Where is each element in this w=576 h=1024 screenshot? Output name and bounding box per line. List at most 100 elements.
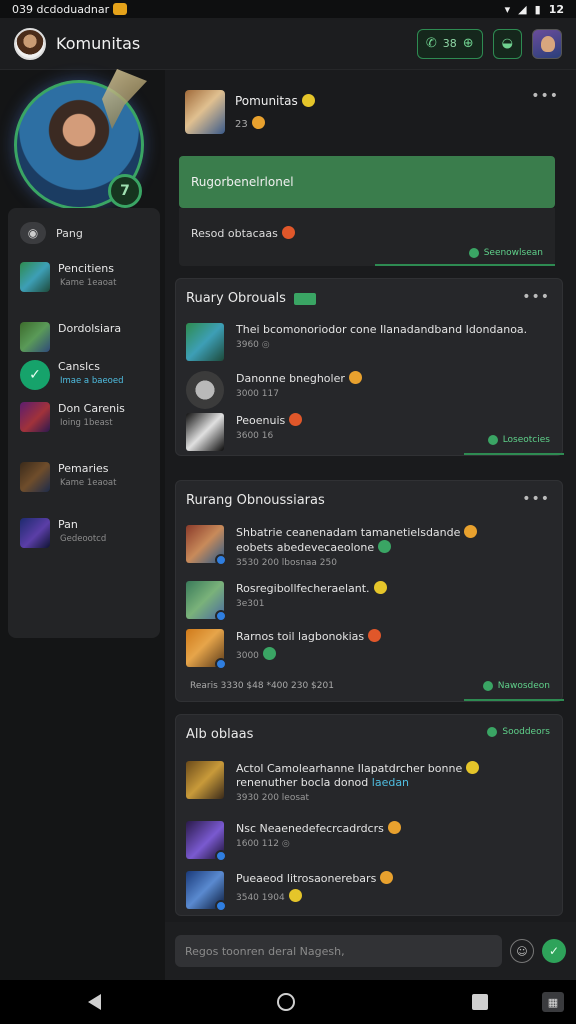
back-icon[interactable]	[88, 994, 102, 1010]
keyboard-icon[interactable]: ▦	[542, 992, 564, 1012]
item-meta: 3530 200 lbosnaa 250	[236, 558, 337, 568]
item-text: Danonne bnegholer	[236, 371, 362, 386]
message-composer: ☺ ✓	[165, 922, 576, 980]
mask-icon: ◒	[501, 36, 513, 51]
post-author: Pomunitas	[235, 94, 315, 108]
status-bar: 039 dcdoduadnar ▾ ◢ ▮ 12	[0, 0, 576, 18]
list-item[interactable]: Shbatrie ceanenadam tamanetielsdande eob…	[186, 525, 556, 568]
link-icon	[487, 435, 498, 445]
item-thumb	[186, 371, 224, 409]
post-author-avatar[interactable]	[185, 90, 225, 134]
sidebar-item-sub: Gedeootcd	[60, 534, 107, 544]
send-button[interactable]: ✓	[542, 939, 566, 963]
sidebar-item-label: Don Carenis	[58, 402, 125, 415]
group-footer-link[interactable]: Nawosdeon	[482, 681, 550, 691]
flag-icon	[293, 292, 316, 305]
sidebar-item-label: Canslcs	[58, 360, 100, 373]
item-meta: 3000	[236, 647, 381, 661]
item-text: Actol Camolearhanne Ilapatdrcher bonne	[236, 761, 480, 776]
emoji-icon[interactable]: ☺	[510, 939, 534, 963]
battery-icon: ▮	[534, 2, 541, 16]
list-item[interactable]: Pueaeod litrosaonerebars 3540 1904	[186, 871, 556, 912]
list-item[interactable]: Thei bcomonoriodor cone Ilanadandband Id…	[186, 323, 556, 361]
home-icon[interactable]	[277, 993, 296, 1011]
list-item[interactable]: Rosregibollfecheraelant. 3e301	[186, 581, 556, 622]
page-title: Komunitas	[56, 34, 141, 53]
post-message: Resod obtacaas	[191, 226, 295, 240]
sidebar-item[interactable]: Pan Gedeootcd	[20, 518, 106, 548]
item-text: Rosregibollfecheraelant.	[236, 581, 387, 596]
post-banner[interactable]: Rugorbenelrlonel	[179, 156, 555, 208]
more-options-icon[interactable]: •••	[522, 491, 550, 507]
message-input[interactable]	[175, 935, 502, 967]
main-feed: Pomunitas 23 ••• Rugorbenelrlonel Resod …	[165, 70, 576, 980]
divider	[375, 264, 555, 266]
mask-button[interactable]: ◒	[492, 28, 522, 59]
divider	[464, 699, 564, 701]
group-footer-link[interactable]: Loseotcies	[487, 435, 550, 445]
link-icon	[482, 681, 493, 691]
status-time: 12	[548, 2, 564, 16]
sidebar-item-sub: Ioing 1beast	[60, 418, 113, 428]
item-thumb	[186, 525, 227, 566]
recent-apps-icon[interactable]	[471, 994, 488, 1010]
sidebar-item[interactable]: Pemaries Kame 1eaoat	[20, 462, 116, 492]
group-title: Alb oblaas	[186, 727, 254, 742]
item-thumb	[186, 581, 227, 622]
item-text: Shbatrie ceanenadam tamanetielsdande	[236, 525, 478, 540]
item-thumb	[186, 821, 227, 862]
sidebar-item[interactable]: Pencitiens Kame 1eaoat	[20, 262, 117, 292]
call-button[interactable]: ✆ 38 ⊕	[416, 28, 483, 59]
sidebar-item-pang[interactable]: ◉ Pang	[20, 222, 83, 244]
item-text: Thei bcomonoriodor cone Ilanadandband Id…	[236, 323, 528, 336]
eye-icon: ◉	[20, 222, 46, 244]
item-thumb	[186, 871, 227, 912]
sidebar-item[interactable]: Don Carenis Ioing 1beast	[20, 402, 125, 432]
profile-avatar[interactable]	[14, 27, 46, 60]
group-card-3: Alb oblaas Sooddeors Actol Camolearhanne…	[175, 714, 563, 916]
user-avatar[interactable]	[532, 28, 562, 59]
item-thumb	[186, 413, 224, 451]
group-title: Ruary Obrouals	[186, 291, 316, 306]
list-item[interactable]: Nsc Neaenedefecrcadrdcrs 1600 112 ◎	[186, 821, 556, 862]
system-nav-bar: ▦	[0, 980, 576, 1024]
more-options-icon[interactable]: •••	[531, 88, 559, 104]
sidebar-item-sub: Kame 1eaoat	[60, 278, 117, 288]
wifi-icon: ▾	[504, 2, 511, 16]
item-text: Nsc Neaenedefecrcadrdcrs	[236, 821, 401, 836]
sidebar-item[interactable]: ✓ Canslcs Imae a baeoed	[20, 360, 124, 390]
item-meta: 3e301	[236, 599, 265, 609]
sidebar-item[interactable]: Dordolsiara	[20, 322, 121, 352]
group-top-link[interactable]: Sooddeors	[487, 727, 550, 737]
signal-icon: ◢	[518, 2, 527, 16]
chat-bubble-icon: ✓	[20, 360, 50, 390]
sidebar-item-label: Pang	[56, 226, 83, 240]
more-options-icon[interactable]: •••	[522, 289, 550, 305]
list-item[interactable]: Danonne bnegholer 3000 117	[186, 371, 556, 409]
level-badge: 7	[108, 174, 142, 208]
sidebar-item-label: Pan	[58, 518, 78, 531]
post-footer-link[interactable]: Seenowlsean	[468, 248, 543, 258]
list-item[interactable]: Peoenuis 3600 16	[186, 413, 556, 451]
verified-icon	[215, 850, 227, 862]
sidebar-item-sub: Kame 1eaoat	[60, 478, 117, 488]
item-meta: 3960 ◎	[236, 340, 270, 350]
post-sub: 23	[235, 116, 265, 130]
item-thumb	[186, 761, 224, 799]
item-thumb	[186, 323, 224, 361]
list-item[interactable]: Rarnos toil lagbonokias 3000	[186, 629, 556, 670]
status-left-text: 039 dcdoduadnar	[12, 2, 110, 16]
item-text: Rarnos toil lagbonokias	[236, 629, 382, 644]
item-meta: 3930 200 leosat	[236, 793, 310, 803]
sidebar-thumb	[20, 518, 50, 548]
list-item[interactable]: Actol Camolearhanne Ilapatdrcher bonne r…	[186, 761, 556, 803]
divider	[464, 453, 564, 455]
sidebar: 7 ◉ Pang Pencitiens Kame 1eaoat Dordolsi…	[0, 70, 165, 980]
item-meta: 3540 1904	[236, 889, 393, 903]
notification-icon	[113, 3, 128, 15]
group-card-1: Ruary Obrouals ••• Thei bcomonoriodor co…	[175, 278, 564, 456]
verified-icon	[215, 610, 227, 622]
item-meta: 1600 112 ◎	[236, 839, 290, 849]
item-meta: 3000 117	[236, 389, 279, 399]
app-bar: Komunitas ✆ 38 ⊕ ◒	[0, 18, 576, 70]
